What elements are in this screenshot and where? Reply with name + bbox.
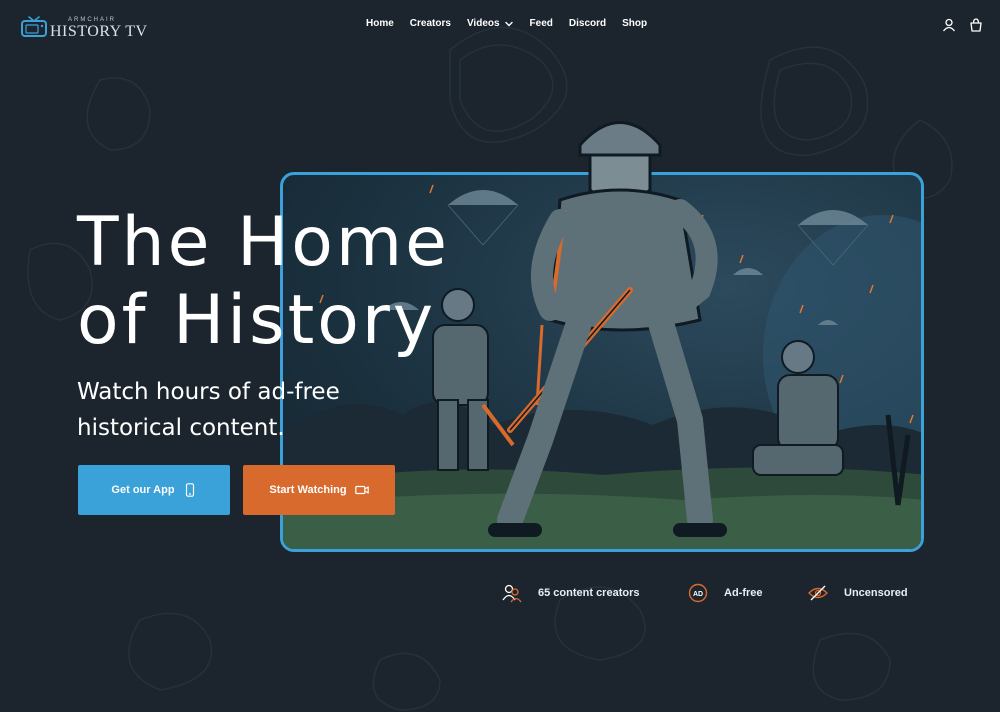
get-app-button-label: Get our App xyxy=(111,484,175,496)
feature-adfree-label: Ad-free xyxy=(724,587,763,599)
hero-title-line1: The Home xyxy=(77,203,450,282)
nav-home[interactable]: Home xyxy=(366,18,394,29)
feature-uncensored-label: Uncensored xyxy=(844,587,908,599)
video-camera-icon xyxy=(354,485,369,495)
feature-uncensored: Uncensored xyxy=(808,583,908,603)
feature-creators: 65 content creators xyxy=(502,583,639,603)
nav-creators[interactable]: Creators xyxy=(410,18,451,29)
hero-title-line2: of History xyxy=(77,281,437,360)
eye-slash-icon xyxy=(808,585,828,601)
feature-adfree: AD Ad-free xyxy=(688,583,763,603)
users-icon xyxy=(502,584,522,603)
tv-icon xyxy=(21,16,47,37)
nav-feed[interactable]: Feed xyxy=(530,18,553,29)
ad-free-icon: AD xyxy=(688,583,708,603)
nav-shop[interactable]: Shop xyxy=(622,18,647,29)
main-nav: Home Creators Videos Feed Discord Shop xyxy=(366,18,647,29)
shopping-bag-icon[interactable] xyxy=(969,18,983,32)
hero-subtitle: Watch hours of ad-free historical conten… xyxy=(77,379,340,441)
get-app-button[interactable]: Get our App xyxy=(78,465,230,515)
start-watching-button[interactable]: Start Watching xyxy=(243,465,395,515)
nav-videos[interactable]: Videos xyxy=(467,18,514,29)
phone-icon xyxy=(185,483,194,497)
feature-creators-label: 65 content creators xyxy=(538,587,640,599)
hero-title: The Home of History xyxy=(77,204,477,360)
start-watching-button-label: Start Watching xyxy=(269,484,347,496)
site-header: ARMCHAIR HISTORY TV Home Creators Videos… xyxy=(0,0,1000,52)
features-row: 65 content creators AD Ad-free Uncensore… xyxy=(502,583,922,605)
site-logo[interactable]: ARMCHAIR HISTORY TV xyxy=(20,12,147,42)
user-account-icon[interactable] xyxy=(942,18,956,32)
nav-discord[interactable]: Discord xyxy=(569,18,606,29)
ad-badge-text: AD xyxy=(693,591,703,598)
logo-big-text: HISTORY TV xyxy=(50,23,148,40)
chevron-down-icon xyxy=(504,21,513,26)
nav-videos-label: Videos xyxy=(466,18,500,29)
